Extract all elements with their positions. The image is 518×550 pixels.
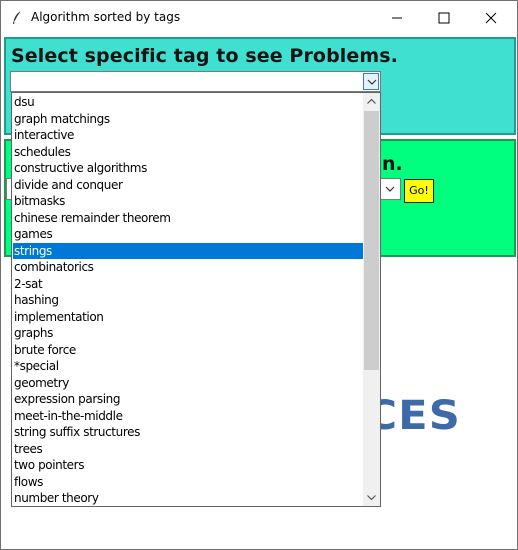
tag-list-item[interactable]: implementation <box>13 309 363 326</box>
tag-list-item[interactable]: divide and conquer <box>13 177 363 194</box>
app-window: Algorithm sorted by tags Select specific… <box>0 0 518 550</box>
window-title: Algorithm sorted by tags <box>31 10 181 24</box>
scroll-up-button[interactable] <box>363 93 380 110</box>
tag-list-item[interactable]: flows <box>13 474 363 491</box>
title-bar[interactable]: Algorithm sorted by tags <box>1 1 517 34</box>
tag-list-item[interactable]: interactive <box>13 127 363 144</box>
tag-list-item[interactable]: expression parsing <box>13 391 363 408</box>
tag-list-item[interactable]: meet-in-the-middle <box>13 408 363 425</box>
tag-list-item[interactable]: two pointers <box>13 457 363 474</box>
tag-list-item[interactable]: strings <box>13 242 363 259</box>
tag-list-item[interactable]: games <box>13 226 363 243</box>
tag-list[interactable]: dsu graph matchings interactive schedules co… <box>13 94 363 507</box>
tag-dropdown-list[interactable]: dsu graph matchings interactive schedules co… <box>11 92 381 507</box>
tag-list-item[interactable]: chinese remainder theorem <box>13 210 363 227</box>
tag-list-item[interactable]: string suffix structures <box>13 424 363 441</box>
tag-list-item[interactable]: *special <box>13 358 363 375</box>
chevron-down-icon <box>367 495 376 500</box>
tag-select-heading: Select specific tag to see Problems. <box>11 45 398 67</box>
tag-list-item[interactable]: schedules <box>13 144 363 161</box>
tag-combobox[interactable] <box>10 71 381 92</box>
tag-list-item[interactable]: graphs <box>13 325 363 342</box>
feather-icon <box>11 10 23 26</box>
maximize-icon <box>438 12 450 24</box>
chevron-down-icon <box>385 186 395 192</box>
tag-list-item[interactable]: trees <box>13 441 363 458</box>
tag-list-item[interactable]: bitmasks <box>13 193 363 210</box>
chevron-up-icon <box>367 99 376 104</box>
maximize-button[interactable] <box>421 1 467 34</box>
tag-list-item[interactable]: constructive algorithms <box>13 160 363 177</box>
go-button[interactable]: Go! <box>404 179 434 203</box>
tag-list-item[interactable]: combinatorics <box>13 259 363 276</box>
tag-list-item[interactable]: geometry <box>13 375 363 392</box>
dropdown-scrollbar[interactable] <box>363 93 380 506</box>
tag-combobox-arrow[interactable] <box>363 73 379 90</box>
chevron-down-icon <box>367 79 377 85</box>
scroll-down-button[interactable] <box>363 489 380 506</box>
tag-list-item[interactable]: 2-sat <box>13 276 363 293</box>
tag-list-item[interactable]: graph matchings <box>13 111 363 128</box>
scroll-thumb[interactable] <box>364 111 379 370</box>
minimize-button[interactable] <box>374 1 420 34</box>
tag-list-item[interactable]: dsu <box>13 94 363 111</box>
close-icon <box>485 12 497 24</box>
tag-list-item[interactable]: number theory <box>13 490 363 507</box>
minimize-icon <box>392 17 402 19</box>
tag-list-item[interactable]: hashing <box>13 292 363 309</box>
close-button[interactable] <box>468 1 514 34</box>
tag-list-item[interactable]: brute force <box>13 342 363 359</box>
